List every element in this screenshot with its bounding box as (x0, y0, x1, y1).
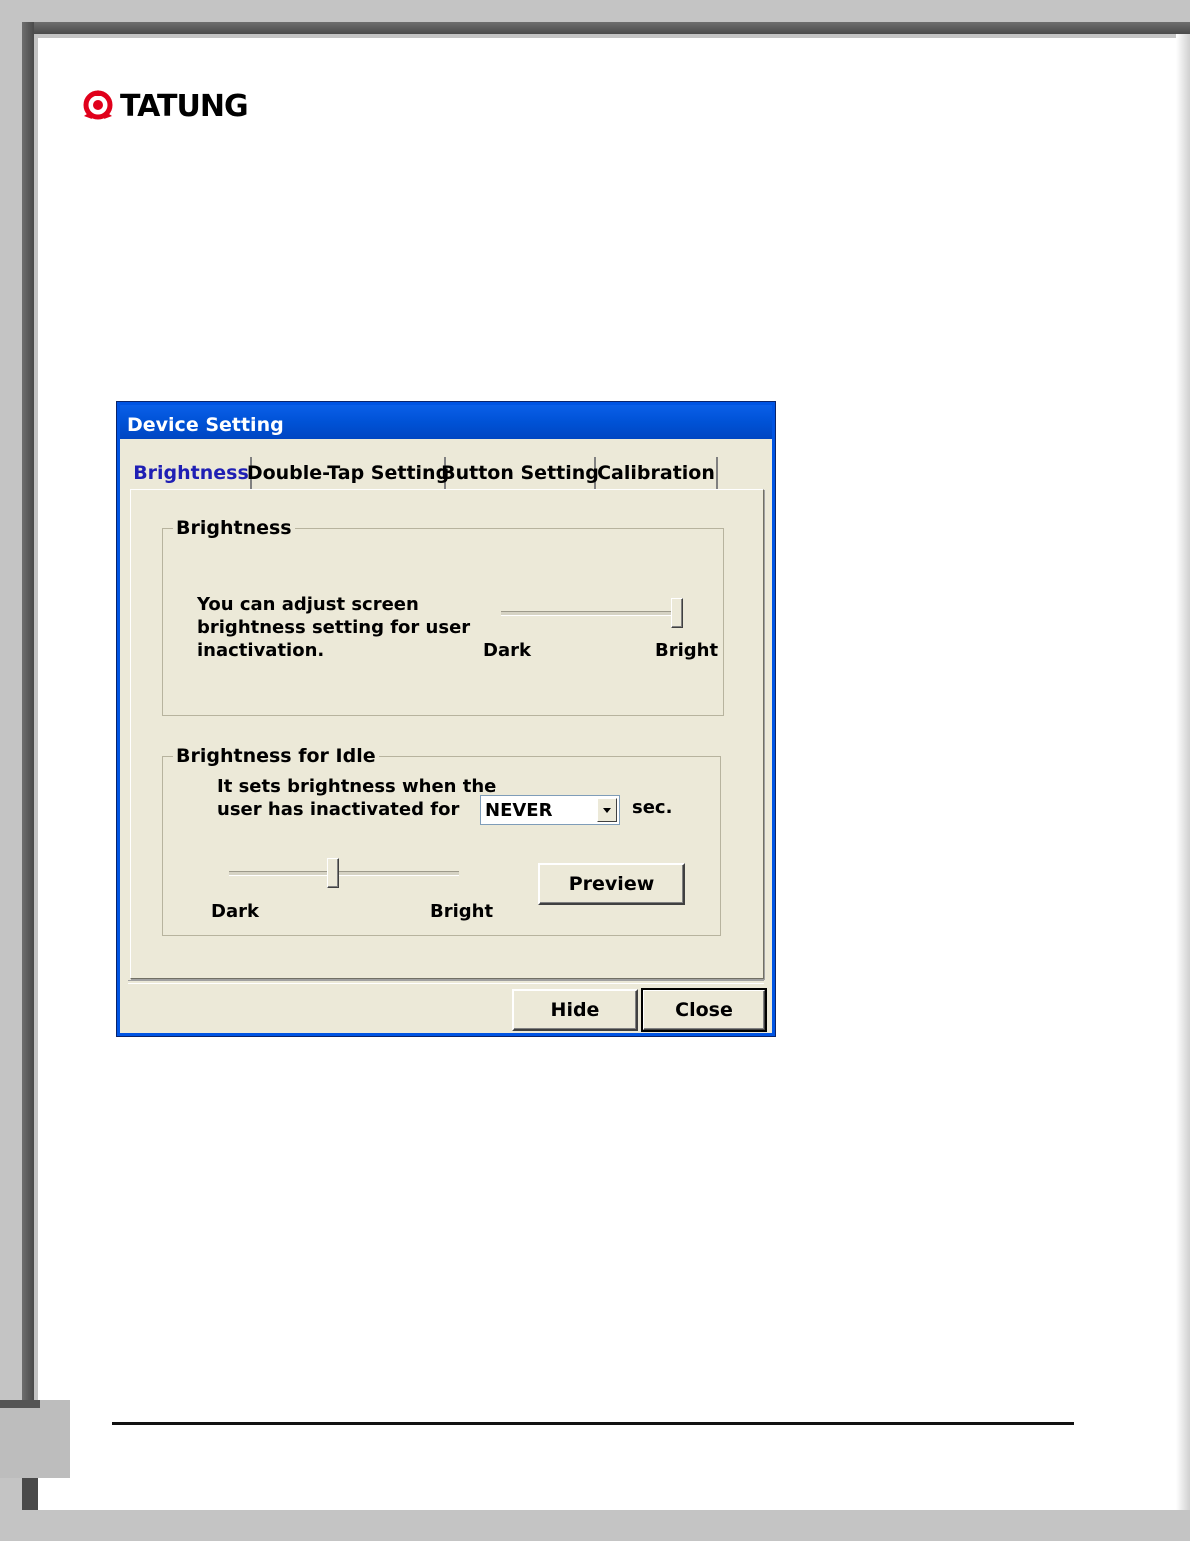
idle-slider-bright-label: Bright (430, 901, 494, 922)
brightness-idle-group: Brightness for Idle It sets brightness w… (162, 745, 721, 936)
page-frame-top (22, 22, 1190, 34)
dialog-title: Device Setting (127, 414, 284, 436)
idle-timeout-select[interactable]: NEVER (480, 795, 620, 825)
footer-rule (112, 1422, 1074, 1425)
title-bar[interactable]: Device Setting (120, 405, 772, 439)
idle-description-line-2: user has inactivated for (217, 799, 460, 820)
brightness-idle-group-title: Brightness for Idle (173, 745, 379, 767)
tab-double-tap-setting[interactable]: Double-Tap Setting (247, 457, 449, 489)
brightness-slider-track[interactable] (501, 611, 683, 616)
tab-calibration[interactable]: Calibration (596, 457, 718, 489)
brightness-tab-panel: Brightness You can adjust screen brightn… (130, 489, 764, 979)
tab-button-setting[interactable]: Button Setting (441, 457, 599, 489)
page-frame-corner-dark (0, 1400, 40, 1408)
idle-unit-label: sec. (632, 797, 673, 818)
page-frame-corner (0, 1400, 70, 1478)
brightness-description-line-2: brightness setting for user (197, 617, 471, 638)
page-frame-left (22, 22, 34, 1402)
page-frame-bottom (0, 1510, 1190, 1541)
page-frame-corner-dark-bottom (22, 1478, 38, 1510)
tatung-logo-icon (83, 90, 113, 120)
idle-slider-dark-label: Dark (211, 901, 259, 922)
tatung-logo: TATUNG (80, 88, 249, 124)
idle-slider-track[interactable] (229, 871, 459, 876)
dropdown-arrow-button[interactable] (597, 798, 617, 822)
brand-name: TATUNG (120, 88, 249, 124)
brightness-description-line-1: You can adjust screen (197, 594, 419, 615)
page-edge-shadow (1176, 22, 1190, 1510)
brightness-group: Brightness You can adjust screen brightn… (162, 517, 724, 716)
dialog-client-area: Brightness Double-Tap Setting Button Set… (120, 439, 772, 1033)
tab-brightness[interactable]: Brightness (132, 457, 252, 489)
idle-description-line-1: It sets brightness when the (217, 776, 497, 797)
hide-button[interactable]: Hide (512, 989, 638, 1031)
brightness-slider-thumb[interactable] (671, 598, 683, 628)
idle-slider-thumb[interactable] (327, 858, 340, 888)
footer-separator (128, 980, 764, 984)
close-button[interactable]: Close (641, 988, 767, 1032)
chevron-down-icon (603, 807, 611, 813)
idle-timeout-value: NEVER (485, 800, 553, 821)
device-setting-dialog: Device Setting Brightness Double-Tap Set… (116, 401, 776, 1037)
brightness-group-title: Brightness (173, 517, 295, 539)
brightness-description-line-3: inactivation. (197, 640, 325, 661)
preview-button[interactable]: Preview (538, 863, 685, 905)
brightness-slider-dark-label: Dark (483, 640, 531, 661)
brightness-slider-bright-label: Bright (655, 640, 719, 661)
